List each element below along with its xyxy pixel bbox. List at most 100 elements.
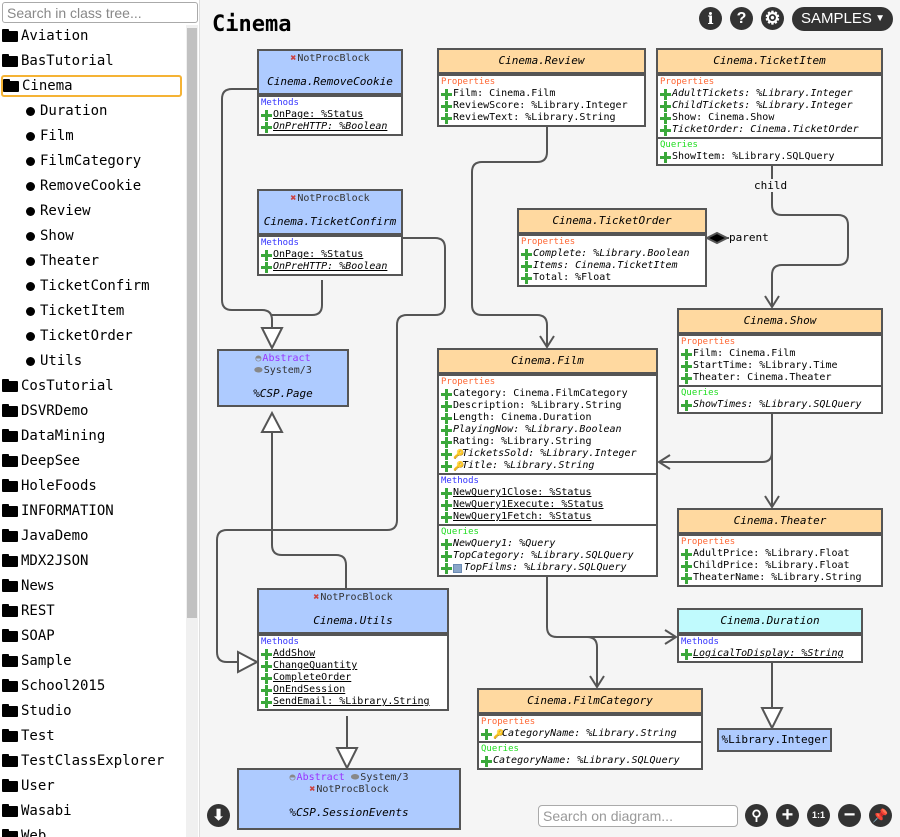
section-title-properties: Properties xyxy=(681,337,736,347)
propertie-item[interactable]: ReviewText: %Library.String xyxy=(441,112,642,124)
pin-icon[interactable]: 📌 xyxy=(869,804,892,827)
class-name[interactable]: Cinema.Theater xyxy=(681,512,879,530)
class-name[interactable]: Cinema.TicketItem xyxy=(660,52,879,70)
method-item[interactable]: OnPage: %Status xyxy=(261,249,399,261)
diagram-search-input[interactable] xyxy=(538,805,738,827)
querie-item[interactable]: NewQuery1: %Query xyxy=(441,538,654,550)
querie-item[interactable]: TopCategory: %Library.SQLQuery xyxy=(441,550,654,562)
class-name[interactable]: %CSP.Page xyxy=(221,385,345,403)
propertie-item[interactable]: Total: %Float xyxy=(521,272,703,284)
propertie-item[interactable]: Items: Cinema.TicketItem xyxy=(521,260,703,272)
stereotype-line: ⬬System/3 xyxy=(221,365,345,377)
class-name[interactable]: Cinema.RemoveCookie xyxy=(261,73,399,91)
class-name[interactable]: Cinema.Utils xyxy=(261,612,445,630)
propertie-item[interactable]: StartTime: %Library.Time xyxy=(681,360,879,372)
querie-item[interactable]: TopFilms: %Library.SQLQuery xyxy=(441,562,654,574)
method-item[interactable]: OnPreHTTP: %Boolean xyxy=(261,261,399,273)
method-item[interactable]: NewQuery1Close: %Status xyxy=(441,487,654,499)
method-item[interactable]: SendEmail: %Library.String xyxy=(261,696,445,708)
class-ticketconfirm[interactable]: ✖NotProcBlock Cinema.TicketConfirm Methods… xyxy=(257,189,403,276)
class-name[interactable]: %CSP.SessionEvents xyxy=(241,804,457,822)
querie-item[interactable]: ShowTimes: %Library.SQLQuery xyxy=(681,399,879,411)
class-name[interactable]: Cinema.Film xyxy=(441,352,654,370)
public-plus-icon xyxy=(261,121,272,133)
method-item[interactable]: CompleteOrder xyxy=(261,672,445,684)
class-filmcategory[interactable]: Cinema.FilmCategory Properties 🔑 CategoryNa… xyxy=(477,688,703,770)
class-name[interactable]: Cinema.Show xyxy=(681,312,879,330)
item-text: NewQuery1Close: %Status xyxy=(453,487,592,498)
propertie-item[interactable]: Rating: %Library.String xyxy=(441,436,654,448)
section-properties: Properties AdultPrice: %Library.Float Chil… xyxy=(679,534,881,585)
propertie-item[interactable]: Length: Cinema.Duration xyxy=(441,412,654,424)
propertie-item[interactable]: TheaterName: %Library.String xyxy=(681,572,879,584)
class-name[interactable]: Cinema.FilmCategory xyxy=(481,692,699,710)
arrow-down-icon[interactable]: ⬇ xyxy=(207,804,230,827)
class-review[interactable]: Cinema.Review Properties Film: Cinema.Film… xyxy=(437,48,646,127)
propertie-item[interactable]: Show: Cinema.Show xyxy=(660,112,879,124)
method-item[interactable]: OnEndSession xyxy=(261,684,445,696)
zoom-out-icon[interactable]: − xyxy=(838,804,861,827)
propertie-item[interactable]: AdultPrice: %Library.Float xyxy=(681,548,879,560)
class-show[interactable]: Cinema.Show Properties Film: Cinema.Film St… xyxy=(677,308,883,414)
class-name[interactable]: Cinema.Duration xyxy=(681,612,859,630)
public-plus-icon xyxy=(261,696,272,708)
class-sessionevents[interactable]: ◓Abstract ⬬System/3 ✖NotProcBlock %CSP.Ses… xyxy=(237,768,461,830)
section-queries: Queries ShowItem: %Library.SQLQuery xyxy=(658,137,881,164)
propertie-item[interactable]: Film: Cinema.Film xyxy=(441,88,642,100)
zoom-in-icon[interactable]: + xyxy=(776,804,799,827)
class-name[interactable]: Cinema.Review xyxy=(441,52,642,70)
method-item[interactable]: LogicalToDisplay: %String xyxy=(681,648,859,660)
propertie-item[interactable]: TicketOrder: Cinema.TicketOrder xyxy=(660,124,879,136)
propertie-item[interactable]: ChildPrice: %Library.Float xyxy=(681,560,879,572)
public-plus-icon xyxy=(261,249,272,261)
querie-item[interactable]: ShowItem: %Library.SQLQuery xyxy=(660,151,879,163)
method-item[interactable]: ChangeQuantity xyxy=(261,660,445,672)
class-theater[interactable]: Cinema.Theater Properties AdultPrice: %Lib… xyxy=(677,508,883,587)
section-title-properties: Properties xyxy=(681,537,736,547)
propertie-item[interactable]: 🔑 TicketsSold: %Library.Integer xyxy=(441,448,654,460)
propertie-item[interactable]: 🔑 Title: %Library.String xyxy=(441,460,654,472)
item-text: ShowItem: %Library.SQLQuery xyxy=(672,151,835,162)
propertie-item[interactable]: PlayingNow: %Library.Boolean xyxy=(441,424,654,436)
class-ticketitem[interactable]: Cinema.TicketItem Properties AdultTickets:… xyxy=(656,48,883,166)
propertie-item[interactable]: Film: Cinema.Film xyxy=(681,348,879,360)
item-text: Theater: Cinema.Theater xyxy=(693,372,832,383)
method-item[interactable]: AddShow xyxy=(261,648,445,660)
class-film[interactable]: Cinema.Film Properties Category: Cinema.Fi… xyxy=(437,348,658,577)
abstract-icon: ◓ xyxy=(289,772,296,783)
class-removecookie[interactable]: ✖NotProcBlock Cinema.RemoveCookie Methods O… xyxy=(257,49,403,136)
propertie-item[interactable]: AdultTickets: %Library.Integer xyxy=(660,88,879,100)
public-plus-icon xyxy=(660,124,671,136)
method-item[interactable]: NewQuery1Execute: %Status xyxy=(441,499,654,511)
class-name[interactable]: Cinema.TicketOrder xyxy=(521,212,703,230)
class-csppage[interactable]: ◓Abstract ⬬System/3 %CSP.Page xyxy=(217,349,349,407)
stereotype-line: ✖NotProcBlock xyxy=(261,193,399,205)
class-duration[interactable]: Cinema.Duration Methods LogicalToDisplay: … xyxy=(677,608,863,663)
querie-item[interactable]: CategoryName: %Library.SQLQuery xyxy=(481,755,699,767)
public-plus-icon xyxy=(441,436,452,448)
propertie-item[interactable]: 🔑 CategoryName: %Library.String xyxy=(481,728,699,740)
propertie-item[interactable]: Description: %Library.String xyxy=(441,400,654,412)
class-utils[interactable]: ✖NotProcBlock Cinema.Utils Methods AddShow C… xyxy=(257,588,449,711)
method-item[interactable]: OnPage: %Status xyxy=(261,109,399,121)
propertie-item[interactable]: Theater: Cinema.Theater xyxy=(681,372,879,384)
method-item[interactable]: NewQuery1Fetch: %Status xyxy=(441,511,654,523)
propertie-item[interactable]: ReviewScore: %Library.Integer xyxy=(441,100,642,112)
class-header: Cinema.Show xyxy=(679,310,881,334)
item-text: CompleteOrder xyxy=(273,672,352,683)
composition-diamond xyxy=(704,231,730,245)
class-library-integer[interactable]: %Library.Integer xyxy=(717,728,832,752)
link-ticketconfirm-csppage xyxy=(272,280,323,316)
class-ticketorder[interactable]: Cinema.TicketOrder Properties Complete: %L… xyxy=(517,208,707,287)
propertie-item[interactable]: ChildTickets: %Library.Integer xyxy=(660,100,879,112)
section-title-properties: Properties xyxy=(441,77,496,87)
method-item[interactable]: OnPreHTTP: %Boolean xyxy=(261,121,399,133)
class-name[interactable]: Cinema.TicketConfirm xyxy=(261,213,399,231)
propertie-item[interactable]: Complete: %Library.Boolean xyxy=(521,248,703,260)
class-header: ✖NotProcBlock Cinema.TicketConfirm xyxy=(259,191,401,235)
item-text: Film: Cinema.Film xyxy=(693,348,796,359)
zoom-reset-button[interactable]: 1:1 xyxy=(807,804,830,827)
search-icon[interactable]: ⚲ xyxy=(745,804,768,827)
propertie-item[interactable]: Category: Cinema.FilmCategory xyxy=(441,388,654,400)
inherit-arrow-csppage-bottom xyxy=(260,410,284,433)
